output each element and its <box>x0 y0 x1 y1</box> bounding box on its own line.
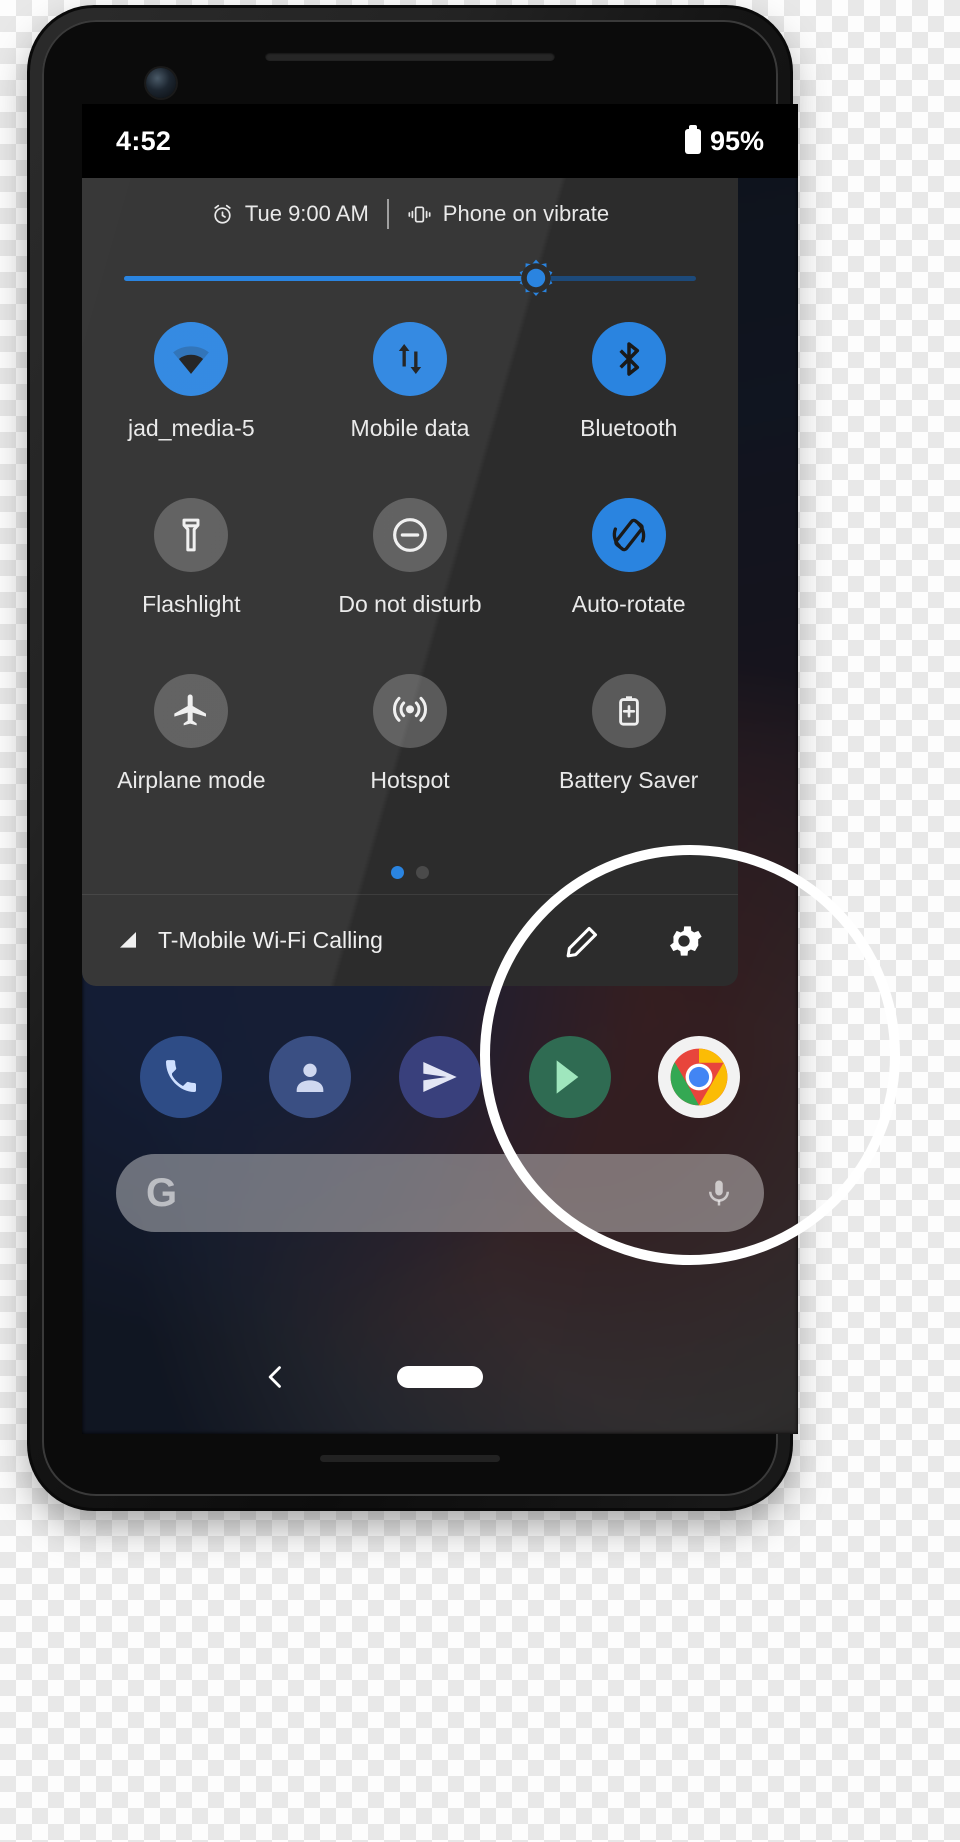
quick-settings-header: Tue 9:00 AM Phone on vibrate <box>82 178 738 250</box>
google-search-bar[interactable]: G <box>116 1154 764 1232</box>
tile-do-not-disturb[interactable]: Do not disturb <box>301 498 520 674</box>
battery-percent-label: 95% <box>709 125 764 156</box>
tile-label: Airplane mode <box>117 767 266 793</box>
alarm-clock-icon <box>211 203 234 226</box>
chrome-icon <box>670 1048 728 1106</box>
battery-full-icon <box>684 124 701 154</box>
tile-label: Auto-rotate <box>571 591 686 617</box>
tile-icon-wrapper <box>154 322 229 396</box>
navigation-bar <box>82 1342 798 1412</box>
battery-saver-icon <box>618 696 639 726</box>
tile-icon-wrapper <box>591 498 666 572</box>
tile-icon-wrapper <box>372 498 447 572</box>
google-g-logo: G <box>146 1171 178 1215</box>
tile-icon-wrapper <box>591 322 666 396</box>
tile-flashlight[interactable]: Flashlight <box>82 498 301 674</box>
dock-app-play[interactable] <box>528 1036 611 1118</box>
carrier-status: T-Mobile Wi-Fi Calling <box>116 927 383 954</box>
quick-settings-tiles: jad_media-5 Mobile data Bluetooth Flashl… <box>82 308 738 850</box>
tile-icon-wrapper <box>372 322 447 396</box>
microphone-icon[interactable] <box>704 1178 734 1208</box>
tile-label: Hotspot <box>370 767 450 793</box>
tile-icon-wrapper <box>372 674 447 748</box>
vibrate-icon <box>407 203 432 226</box>
tile-airplane-mode[interactable]: Airplane mode <box>82 674 301 850</box>
tile-icon-wrapper <box>591 674 666 748</box>
quick-settings-pager <box>82 850 738 894</box>
quick-settings-footer: T-Mobile Wi-Fi Calling <box>82 894 738 986</box>
home-screen: G <box>82 1014 798 1434</box>
bottom-speaker <box>320 1455 500 1462</box>
tile-auto-rotate[interactable]: Auto-rotate <box>519 498 738 674</box>
signal-bars-icon <box>120 931 136 948</box>
brightness-fill <box>124 276 536 281</box>
tile-icon-wrapper <box>154 498 229 572</box>
ringer-mode-label: Phone on vibrate <box>442 201 610 226</box>
status-bar-clock: 4:52 <box>116 125 172 156</box>
tile-label: Mobile data <box>350 415 470 441</box>
bluetooth-icon <box>619 342 639 376</box>
airplane-icon <box>174 694 207 726</box>
play-store-icon <box>556 1060 578 1094</box>
ringer-status[interactable]: Phone on vibrate <box>389 201 627 227</box>
tile-label: Bluetooth <box>580 415 678 441</box>
do-not-disturb-icon <box>393 518 427 552</box>
tile-label: Do not disturb <box>338 591 482 617</box>
contacts-icon <box>297 1063 324 1092</box>
tile-battery-saver[interactable]: Battery Saver <box>519 674 738 850</box>
brightness-slider[interactable] <box>124 250 696 306</box>
paper-plane-icon <box>423 1062 457 1092</box>
tile-label: jad_media-5 <box>128 415 255 441</box>
alarm-status[interactable]: Tue 9:00 AM <box>193 201 387 227</box>
mobile-data-icon <box>398 344 422 374</box>
app-dock <box>82 1036 798 1118</box>
front-camera <box>146 68 176 98</box>
status-bar: 4:52 95% <box>82 104 798 178</box>
pager-dot-2[interactable] <box>416 865 429 879</box>
hotspot-icon <box>392 696 427 722</box>
tile-label: Flashlight <box>142 591 241 617</box>
alarm-time-label: Tue 9:00 AM <box>244 201 369 226</box>
tile-wifi[interactable]: jad_media-5 <box>82 322 301 498</box>
dock-app-chrome[interactable] <box>658 1036 741 1118</box>
tile-hotspot[interactable]: Hotspot <box>301 674 520 850</box>
brightness-sun-icon[interactable] <box>512 254 560 302</box>
tile-icon-wrapper <box>154 674 229 748</box>
screenshot-stage: G 4:52 95% Tue 9:00 AM Phone on vibrate … <box>0 0 960 1842</box>
auto-rotate-icon <box>612 518 645 552</box>
tile-mobile-data[interactable]: Mobile data <box>301 322 520 498</box>
tile-bluetooth[interactable]: Bluetooth <box>519 322 738 498</box>
dock-app-messages[interactable] <box>398 1036 481 1118</box>
dock-app-contacts[interactable] <box>269 1036 352 1118</box>
pencil-edit-icon[interactable] <box>564 922 602 960</box>
carrier-label: T-Mobile Wi-Fi Calling <box>158 927 383 953</box>
phone-screen: G 4:52 95% Tue 9:00 AM Phone on vibrate … <box>82 104 798 1434</box>
dock-app-phone[interactable] <box>139 1036 222 1118</box>
phone-device: G 4:52 95% Tue 9:00 AM Phone on vibrate … <box>30 8 798 1508</box>
gear-icon[interactable] <box>664 921 704 961</box>
footer-actions <box>564 921 704 961</box>
phone-icon <box>165 1060 196 1092</box>
flashlight-icon <box>182 518 200 552</box>
quick-settings-panel: Tue 9:00 AM Phone on vibrate jad_media-5… <box>82 178 738 986</box>
tile-label: Battery Saver <box>558 767 699 793</box>
earpiece-speaker <box>265 52 555 61</box>
pager-dot-1[interactable] <box>391 865 404 879</box>
wifi-icon <box>173 346 210 374</box>
status-bar-right: 95% <box>684 124 764 157</box>
home-pill-icon[interactable] <box>397 1366 483 1388</box>
back-chevron-icon[interactable] <box>262 1360 290 1394</box>
